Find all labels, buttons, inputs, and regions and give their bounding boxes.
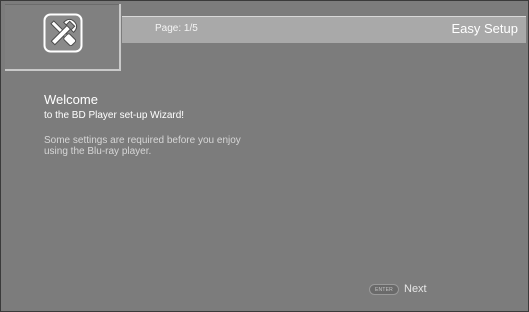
wrench-screwdriver-icon <box>43 13 83 53</box>
welcome-title: Welcome <box>44 92 98 107</box>
enter-key-icon: ENTER <box>369 283 399 295</box>
screen-title: Easy Setup <box>451 21 519 36</box>
description-line-2: using the Blu-ray player. <box>44 146 152 157</box>
easy-setup-screen: Page: 1/5 Easy Setup Welcome to the BD P… <box>0 0 529 312</box>
description-line-1: Some settings are required before you en… <box>44 135 241 146</box>
page-indicator: Page: 1/5 <box>155 23 198 34</box>
next-label: Next <box>404 283 427 295</box>
setup-description: Some settings are required before you en… <box>44 135 304 157</box>
header-bar: Page: 1/5 Easy Setup <box>122 16 526 43</box>
welcome-subtitle: to the BD Player set-up Wizard! <box>44 110 185 121</box>
next-button[interactable]: ENTER Next <box>369 282 427 296</box>
icon-tile-divider <box>5 4 119 5</box>
settings-icon-tile <box>5 4 121 71</box>
